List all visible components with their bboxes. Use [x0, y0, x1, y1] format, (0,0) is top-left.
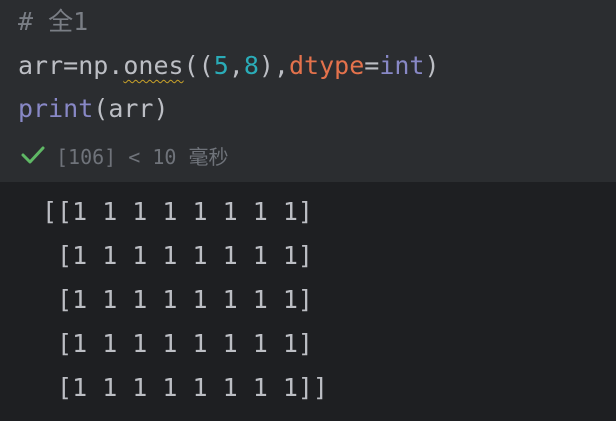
code-token-print: print [18, 94, 94, 123]
code-token-args: (arr) [93, 94, 169, 123]
code-editor[interactable]: # 全1 arr=np.ones((5,8),dtype=int) print(… [0, 0, 616, 182]
notebook-cell: # 全1 arr=np.ones((5,8),dtype=int) print(… [0, 0, 616, 421]
code-token-comma: , [228, 51, 244, 80]
code-token-func: ones [123, 51, 184, 80]
code-line-ones: arr=np.ones((5,8),dtype=int) [18, 50, 440, 82]
code-comment: # 全1 [18, 7, 89, 36]
code-token-close: ), [258, 51, 289, 80]
code-line-print: print(arr) [18, 93, 169, 125]
code-token-end: ) [424, 51, 440, 80]
output-line: [[1 1 1 1 1 1 1 1] [42, 197, 313, 226]
output-line: [1 1 1 1 1 1 1 1] [42, 285, 313, 314]
code-token-open: (( [183, 51, 214, 80]
cell-output: [[1 1 1 1 1 1 1 1] [1 1 1 1 1 1 1 1] [1 … [0, 182, 616, 421]
output-line: [1 1 1 1 1 1 1 1] [42, 241, 313, 270]
output-line: [1 1 1 1 1 1 1 1] [42, 329, 313, 358]
code-token-prefix: arr=np. [18, 51, 124, 80]
code-token-builtin: int [379, 51, 425, 80]
code-token-num-1: 5 [213, 51, 229, 80]
code-token-num-2: 8 [243, 51, 259, 80]
check-icon [21, 146, 45, 164]
output-line: [1 1 1 1 1 1 1 1]] [42, 373, 328, 402]
execution-status: [106] < 10 毫秒 [20, 140, 228, 170]
code-token-param: dtype [288, 51, 365, 80]
execution-time-text: [106] < 10 毫秒 [56, 144, 229, 169]
code-token-assign: = [364, 51, 380, 80]
